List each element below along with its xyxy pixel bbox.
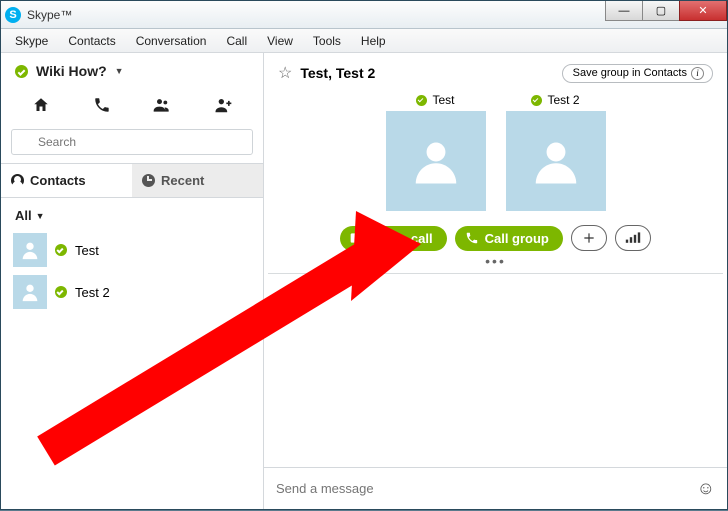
menu-contacts[interactable]: Contacts [58, 31, 125, 51]
presence-online-icon [55, 244, 67, 256]
add-contact-button[interactable] [211, 93, 235, 117]
home-button[interactable] [29, 93, 53, 117]
menu-conversation[interactable]: Conversation [126, 31, 217, 51]
window-title: Skype™ [27, 8, 72, 22]
menu-bar: Skype Contacts Conversation Call View To… [1, 29, 727, 53]
divider [268, 273, 723, 274]
tab-contacts[interactable]: Contacts [1, 164, 132, 197]
video-icon [350, 232, 366, 244]
presence-online-icon [416, 95, 427, 106]
contact-list: Test Test 2 [1, 227, 263, 509]
tab-recent[interactable]: Recent [132, 164, 263, 197]
participant[interactable]: Test [386, 93, 486, 211]
sidebar-tabs: Contacts Recent [1, 163, 263, 198]
search-input[interactable] [11, 129, 253, 155]
clock-icon [142, 174, 155, 187]
more-actions-icon[interactable]: ••• [264, 253, 727, 271]
avatar [386, 111, 486, 211]
group-button[interactable] [150, 93, 174, 117]
chevron-down-icon: ▼ [36, 211, 45, 221]
sidebar: Wiki How? ▼ 🔍 Contacts Rece [1, 53, 264, 509]
contact-item[interactable]: Test [9, 229, 255, 271]
message-area [264, 276, 727, 467]
menu-view[interactable]: View [257, 31, 303, 51]
conversation-header: ☆ Test, Test 2 Save group in Contacts i [264, 53, 727, 87]
tab-contacts-label: Contacts [30, 173, 86, 188]
emoji-picker-icon[interactable]: ☺ [697, 478, 715, 499]
call-buttons-row: Video call Call group [264, 219, 727, 253]
tab-recent-label: Recent [161, 173, 204, 188]
menu-help[interactable]: Help [351, 31, 396, 51]
presence-online-icon [15, 65, 28, 78]
contacts-filter[interactable]: All ▼ [1, 198, 263, 227]
menu-tools[interactable]: Tools [303, 31, 351, 51]
chevron-down-icon: ▼ [115, 66, 124, 76]
search-wrap: 🔍 [1, 129, 263, 163]
contact-item[interactable]: Test 2 [9, 271, 255, 313]
contacts-filter-label: All [15, 208, 32, 223]
conversation-panel: ☆ Test, Test 2 Save group in Contacts i … [264, 53, 727, 509]
title-bar: S Skype™ — ▢ ✕ [1, 1, 727, 29]
content-area: Wiki How? ▼ 🔍 Contacts Rece [1, 53, 727, 509]
video-call-button[interactable]: Video call [340, 226, 446, 251]
person-icon [11, 174, 24, 187]
participants-row: Test Test 2 [264, 87, 727, 219]
window-controls: — ▢ ✕ [606, 1, 727, 21]
phone-icon [465, 231, 479, 245]
app-window: S Skype™ — ▢ ✕ Skype Contacts Conversati… [0, 0, 728, 510]
add-participant-button[interactable] [571, 225, 607, 251]
contact-name: Test [75, 243, 99, 258]
call-group-button[interactable]: Call group [455, 226, 563, 251]
call-group-label: Call group [485, 231, 549, 246]
avatar [13, 275, 47, 309]
maximize-button[interactable]: ▢ [642, 1, 680, 21]
info-icon: i [691, 67, 704, 80]
signal-bars-icon [625, 232, 641, 244]
avatar [506, 111, 606, 211]
skype-logo-icon: S [5, 7, 21, 23]
contact-name: Test 2 [75, 285, 110, 300]
current-user-name: Wiki How? [36, 63, 107, 79]
video-call-label: Video call [372, 231, 432, 246]
menu-skype[interactable]: Skype [5, 31, 58, 51]
favorite-star-icon[interactable]: ☆ [278, 63, 292, 83]
message-input[interactable] [276, 481, 697, 496]
sidebar-toolbar [1, 85, 263, 129]
avatar [13, 233, 47, 267]
call-phone-button[interactable] [90, 93, 114, 117]
message-input-bar: ☺ [264, 467, 727, 509]
close-button[interactable]: ✕ [679, 1, 727, 21]
participant-name: Test 2 [547, 93, 579, 107]
call-quality-button[interactable] [615, 225, 651, 251]
minimize-button[interactable]: — [605, 1, 643, 21]
save-group-label: Save group in Contacts [573, 67, 687, 79]
save-group-button[interactable]: Save group in Contacts i [562, 64, 713, 83]
participant-label: Test [416, 93, 454, 107]
menu-call[interactable]: Call [216, 31, 257, 51]
presence-online-icon [531, 95, 542, 106]
conversation-title: Test, Test 2 [300, 65, 375, 81]
presence-online-icon [55, 286, 67, 298]
participant-label: Test 2 [531, 93, 579, 107]
plus-icon [582, 231, 596, 245]
participant-name: Test [432, 93, 454, 107]
sidebar-header[interactable]: Wiki How? ▼ [1, 53, 263, 85]
participant[interactable]: Test 2 [506, 93, 606, 211]
